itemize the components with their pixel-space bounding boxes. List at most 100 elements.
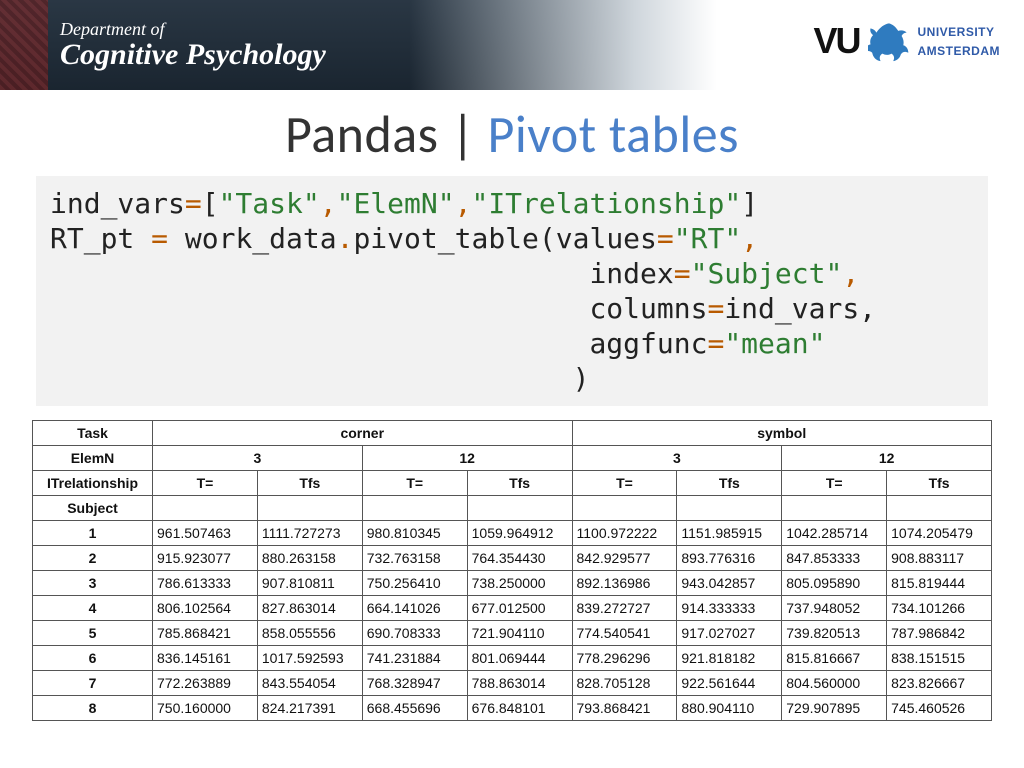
value-cell: 823.826667 xyxy=(887,671,992,696)
slide-title: Pandas | Pivot tables xyxy=(0,102,1024,166)
table-row: 6836.1451611017.592593741.231884801.0694… xyxy=(33,646,992,671)
value-cell: 772.263889 xyxy=(153,671,258,696)
value-cell: 921.818182 xyxy=(677,646,782,671)
itrel-col-5: Tfs xyxy=(677,471,782,496)
table-row: 8750.160000824.217391668.455696676.84810… xyxy=(33,696,992,721)
value-cell: 892.136986 xyxy=(572,571,677,596)
header-task-row: Task corner symbol xyxy=(33,421,992,446)
value-cell: 1151.985915 xyxy=(677,521,782,546)
value-cell: 917.027027 xyxy=(677,621,782,646)
value-cell: 838.151515 xyxy=(887,646,992,671)
pivot-head: Task corner symbol ElemN 3 12 3 12 ITrel… xyxy=(33,421,992,521)
value-cell: 788.863014 xyxy=(467,671,572,696)
value-cell: 893.776316 xyxy=(677,546,782,571)
value-cell: 741.231884 xyxy=(362,646,467,671)
value-cell: 677.012500 xyxy=(467,596,572,621)
table-row: 4806.102564827.863014664.141026677.01250… xyxy=(33,596,992,621)
uni-line2: AMSTERDAM xyxy=(918,44,1001,58)
pivot-body: 1961.5074631111.727273980.8103451059.964… xyxy=(33,521,992,721)
value-cell: 914.333333 xyxy=(677,596,782,621)
header-elemn-row: ElemN 3 12 3 12 xyxy=(33,446,992,471)
idx-label-subject: Subject xyxy=(33,496,153,521)
itrel-col-7: Tfs xyxy=(887,471,992,496)
subject-cell: 6 xyxy=(33,646,153,671)
table-row: 1961.5074631111.727273980.8103451059.964… xyxy=(33,521,992,546)
value-cell: 1017.592593 xyxy=(257,646,362,671)
elemn-col-2: 3 xyxy=(572,446,782,471)
value-cell: 750.160000 xyxy=(153,696,258,721)
value-cell: 1100.972222 xyxy=(572,521,677,546)
value-cell: 721.904110 xyxy=(467,621,572,646)
value-cell: 787.986842 xyxy=(887,621,992,646)
vu-tagline: UNIVERSITY AMSTERDAM xyxy=(918,22,1001,60)
griffin-icon xyxy=(868,20,910,62)
value-cell: 778.296296 xyxy=(572,646,677,671)
header-itrel-row: ITrelationship T= Tfs T= Tfs T= Tfs T= T… xyxy=(33,471,992,496)
table-row: 3786.613333907.810811750.256410738.25000… xyxy=(33,571,992,596)
uni-line1: UNIVERSITY xyxy=(918,25,995,39)
value-cell: 805.095890 xyxy=(782,571,887,596)
value-cell: 922.561644 xyxy=(677,671,782,696)
value-cell: 739.820513 xyxy=(782,621,887,646)
title-part2: Pivot tables xyxy=(487,102,739,166)
subject-cell: 3 xyxy=(33,571,153,596)
value-cell: 943.042857 xyxy=(677,571,782,596)
value-cell: 828.705128 xyxy=(572,671,677,696)
value-cell: 768.328947 xyxy=(362,671,467,696)
value-cell: 738.250000 xyxy=(467,571,572,596)
value-cell: 908.883117 xyxy=(887,546,992,571)
task-col-1: symbol xyxy=(572,421,992,446)
value-cell: 915.923077 xyxy=(153,546,258,571)
itrel-col-1: Tfs xyxy=(257,471,362,496)
value-cell: 980.810345 xyxy=(362,521,467,546)
table-row: 5785.868421858.055556690.708333721.90411… xyxy=(33,621,992,646)
value-cell: 836.145161 xyxy=(153,646,258,671)
dept-title: Cognitive Psychology xyxy=(60,40,326,70)
code-block: ind_vars=["Task","ElemN","ITrelationship… xyxy=(36,176,988,406)
title-part1: Pandas | xyxy=(285,102,488,166)
value-cell: 858.055556 xyxy=(257,621,362,646)
value-cell: 737.948052 xyxy=(782,596,887,621)
value-cell: 1059.964912 xyxy=(467,521,572,546)
idx-label-elemn: ElemN xyxy=(33,446,153,471)
value-cell: 815.819444 xyxy=(887,571,992,596)
header-subject-row: Subject xyxy=(33,496,992,521)
value-cell: 745.460526 xyxy=(887,696,992,721)
itrel-col-0: T= xyxy=(153,471,258,496)
elemn-col-0: 3 xyxy=(153,446,363,471)
pivot-table-wrap: Task corner symbol ElemN 3 12 3 12 ITrel… xyxy=(32,420,992,721)
vu-wordmark: VU xyxy=(813,23,859,59)
value-cell: 815.816667 xyxy=(782,646,887,671)
itrel-col-4: T= xyxy=(572,471,677,496)
value-cell: 690.708333 xyxy=(362,621,467,646)
value-cell: 1042.285714 xyxy=(782,521,887,546)
elemn-col-3: 12 xyxy=(782,446,992,471)
elemn-col-1: 12 xyxy=(362,446,572,471)
table-row: 2915.923077880.263158732.763158764.35443… xyxy=(33,546,992,571)
value-cell: 1074.205479 xyxy=(887,521,992,546)
vu-logo-block: VU UNIVERSITY AMSTERDAM xyxy=(813,20,1000,62)
itrel-col-6: T= xyxy=(782,471,887,496)
task-col-0: corner xyxy=(153,421,573,446)
value-cell: 774.540541 xyxy=(572,621,677,646)
table-row: 7772.263889843.554054768.328947788.86301… xyxy=(33,671,992,696)
value-cell: 804.560000 xyxy=(782,671,887,696)
value-cell: 750.256410 xyxy=(362,571,467,596)
value-cell: 961.507463 xyxy=(153,521,258,546)
value-cell: 880.904110 xyxy=(677,696,782,721)
value-cell: 847.853333 xyxy=(782,546,887,571)
value-cell: 764.354430 xyxy=(467,546,572,571)
pivot-table: Task corner symbol ElemN 3 12 3 12 ITrel… xyxy=(32,420,992,721)
value-cell: 880.263158 xyxy=(257,546,362,571)
value-cell: 843.554054 xyxy=(257,671,362,696)
value-cell: 676.848101 xyxy=(467,696,572,721)
value-cell: 1111.727273 xyxy=(257,521,362,546)
subject-cell: 2 xyxy=(33,546,153,571)
value-cell: 729.907895 xyxy=(782,696,887,721)
value-cell: 734.101266 xyxy=(887,596,992,621)
dept-subtitle: Department of xyxy=(60,20,326,38)
value-cell: 801.069444 xyxy=(467,646,572,671)
value-cell: 827.863014 xyxy=(257,596,362,621)
value-cell: 785.868421 xyxy=(153,621,258,646)
value-cell: 824.217391 xyxy=(257,696,362,721)
